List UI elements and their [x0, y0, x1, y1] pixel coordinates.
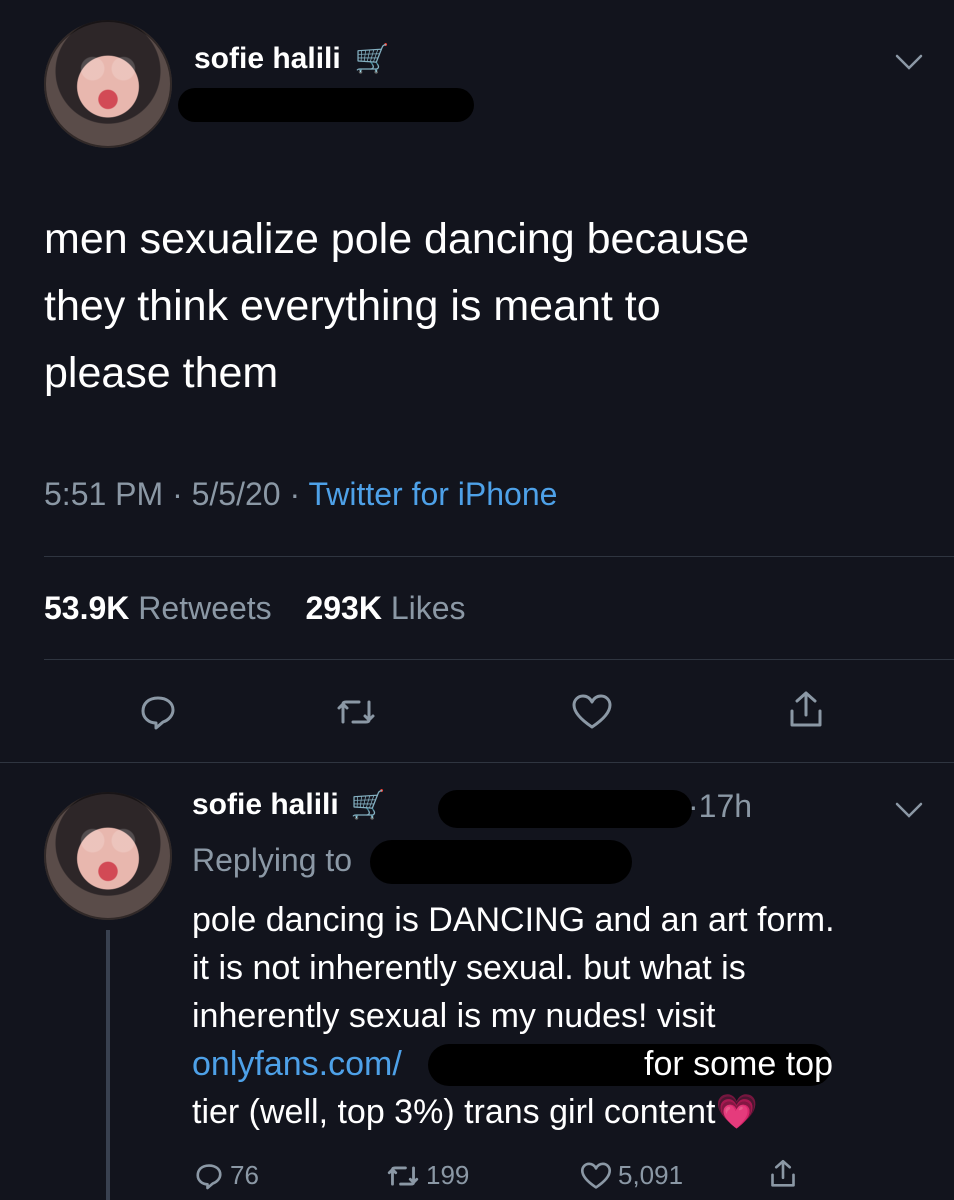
reply-share-button[interactable] — [768, 1158, 798, 1190]
retweets-count: 53.9K — [44, 590, 130, 626]
likes-count: 293K — [305, 590, 382, 626]
redacted-reply-handle — [438, 790, 692, 828]
reply-text: pole dancing is DANCING and an art form.… — [192, 896, 932, 1136]
reply-like-count: 5,091 — [618, 1160, 684, 1190]
replying-to-label: Replying to — [192, 842, 353, 878]
meta-separator: · — [289, 476, 309, 512]
reply-reply-button[interactable]: 76 — [194, 1160, 259, 1191]
reply-avatar[interactable] — [44, 792, 172, 920]
tweet-text-line: please them — [44, 349, 279, 397]
reply-after-link: for some top — [644, 1045, 833, 1083]
chevron-down-icon[interactable] — [894, 48, 924, 78]
reply-text-line: tier (well, top 3%) trans girl content — [192, 1093, 716, 1131]
tweet-source-link[interactable]: Twitter for iPhone — [308, 476, 557, 512]
reply-text-line: inherently sexual is my nudes! visit — [192, 997, 716, 1035]
retweet-button[interactable] — [334, 690, 378, 734]
reply-text-line: pole dancing is DANCING and an art form. — [192, 901, 835, 939]
likes-label: Likes — [390, 590, 466, 626]
comment-icon — [141, 696, 175, 730]
thread-line — [106, 930, 110, 1200]
engagement-counts: 53.9K Retweets 293K Likes — [44, 590, 466, 627]
heart-icon — [580, 1161, 612, 1189]
redacted-handle — [178, 88, 474, 122]
share-icon — [771, 1159, 795, 1187]
shopping-cart-emoji-icon: 🛒 — [350, 789, 386, 820]
reply-time-value: 17h — [698, 788, 753, 824]
redacted-reply-target — [370, 840, 632, 884]
reply-link-line: onlyfans.com/ for some top — [192, 1040, 932, 1088]
share-button[interactable] — [784, 688, 828, 732]
main-author-row: sofie halili 🛒 — [194, 42, 390, 76]
onlyfans-link[interactable]: onlyfans.com/ — [192, 1045, 402, 1083]
retweet-icon — [387, 1165, 419, 1186]
reply-like-button[interactable]: 5,091 — [580, 1160, 683, 1191]
reply-reply-count: 76 — [230, 1160, 259, 1190]
reply-button[interactable] — [136, 690, 180, 734]
like-button[interactable] — [570, 690, 614, 734]
tweet-text-line: men sexualize pole dancing because — [44, 215, 750, 263]
shopping-cart-emoji-icon: 🛒 — [354, 43, 390, 74]
tweet-text-line: they think everything is meant to — [44, 282, 661, 330]
retweets-stat[interactable]: 53.9K Retweets — [44, 590, 272, 626]
reply-chevron-down-icon[interactable] — [894, 796, 924, 826]
heart-emoji-icon: 💗 — [715, 1093, 758, 1131]
tweet-time: 5:51 PM — [44, 476, 164, 512]
divider-middle — [44, 659, 954, 660]
reply-retweet-button[interactable]: 199 — [386, 1160, 469, 1191]
replying-to: Replying to — [192, 842, 352, 879]
tweet-text: men sexualize pole dancing because they … — [44, 206, 924, 407]
share-icon — [790, 691, 822, 727]
reply-author-name[interactable]: sofie halili — [192, 788, 339, 822]
main-author-name[interactable]: sofie halili — [194, 42, 341, 76]
reply-text-line: it is not inherently sexual. but what is — [192, 949, 746, 987]
reply-retweet-count: 199 — [426, 1160, 470, 1190]
reply-author-row: sofie halili 🛒 — [192, 788, 386, 822]
divider-top — [44, 556, 954, 557]
tweet-date: 5/5/20 — [191, 476, 281, 512]
divider-bottom — [0, 762, 954, 763]
retweet-icon — [337, 700, 375, 724]
reply-time: ·17h — [688, 788, 752, 825]
comment-icon — [196, 1163, 222, 1189]
likes-stat[interactable]: 293K Likes — [305, 590, 465, 626]
tweet-meta: 5:51 PM · 5/5/20 · Twitter for iPhone — [44, 476, 557, 513]
meta-separator: · — [172, 476, 192, 512]
reply-last-line: tier (well, top 3%) trans girl content💗 — [192, 1088, 932, 1136]
main-avatar[interactable] — [44, 20, 172, 148]
retweets-label: Retweets — [138, 590, 272, 626]
heart-icon — [572, 694, 612, 729]
time-separator: · — [688, 788, 699, 824]
